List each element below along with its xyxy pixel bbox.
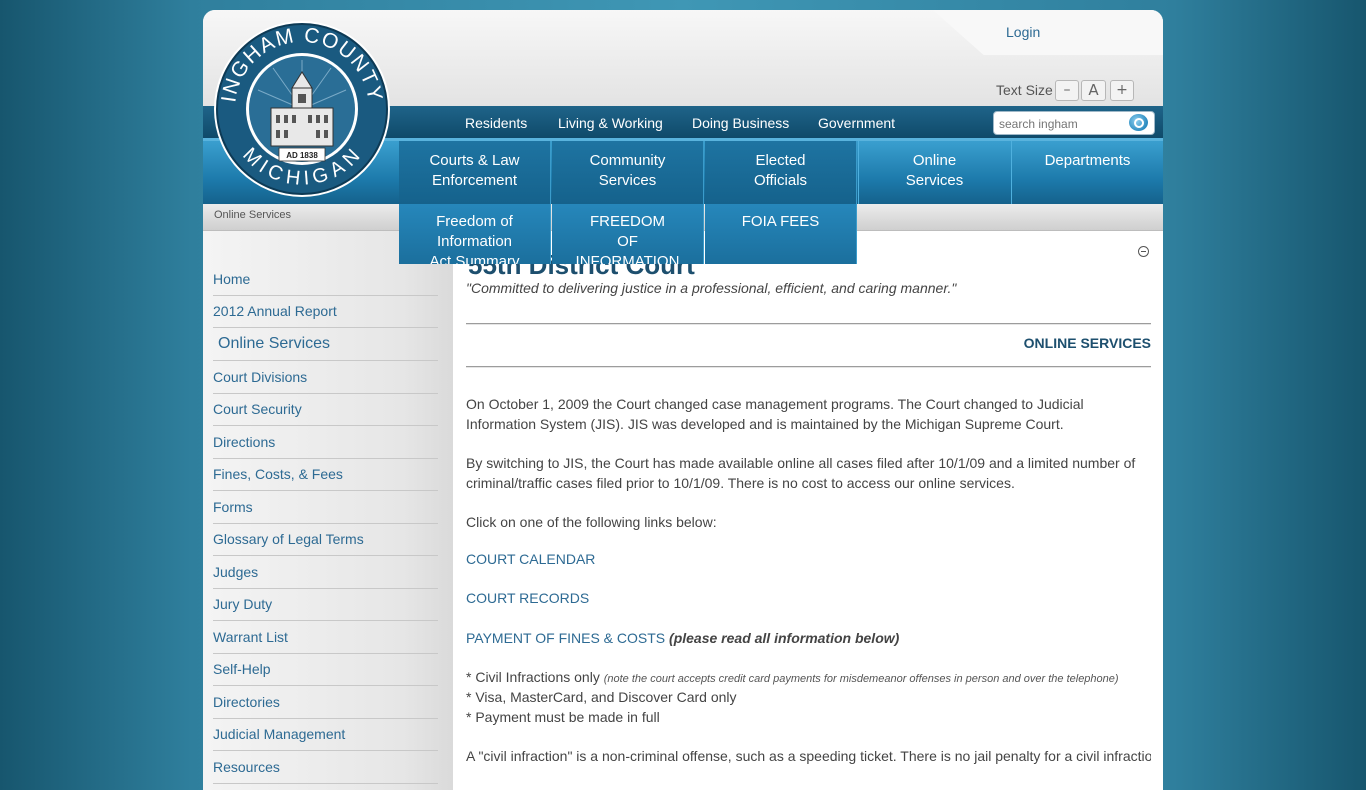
sidebar-item-court-divisions[interactable]: Court Divisions bbox=[213, 362, 438, 394]
login-link[interactable]: Login bbox=[1006, 24, 1040, 40]
sidebar-item-label: Online Services bbox=[218, 335, 331, 352]
dropdown-label-line3: INFORMATION bbox=[575, 253, 680, 264]
intro-paragraph-jis: On October 1, 2009 the Court changed cas… bbox=[466, 396, 1084, 432]
sidebar-item-2012-annual-report[interactable]: 2012 Annual Report bbox=[213, 296, 438, 328]
civil-infraction-paragraph: A "civil infraction" is a non-criminal o… bbox=[466, 748, 1151, 764]
sidebar-item-glossary[interactable]: Glossary of Legal Terms bbox=[213, 524, 438, 556]
divider-bottom bbox=[466, 366, 1151, 368]
county-seal-logo[interactable]: AD 1838 INGHAM COUNTY MICHIGAN bbox=[213, 20, 391, 198]
search-box bbox=[993, 111, 1155, 135]
sidebar-item-fines-costs-fees[interactable]: Fines, Costs, & Fees bbox=[213, 459, 438, 491]
bullet-note: (note the court accepts credit card paym… bbox=[603, 673, 1119, 685]
sidebar-item-label: Court Security bbox=[213, 401, 302, 417]
instructions-text: Click on one of the following links belo… bbox=[466, 514, 717, 530]
bullet-payment-full: * Payment must be made in full bbox=[466, 709, 660, 725]
search-icon[interactable] bbox=[1129, 114, 1148, 131]
sidebar-item-label: Judges bbox=[213, 564, 259, 580]
sidebar-item-label: Directions bbox=[213, 434, 276, 450]
bullet-civil-infractions: * Civil Infractions only (note the court… bbox=[466, 667, 1151, 689]
sidebar-item-court-security[interactable]: Court Security bbox=[213, 394, 438, 426]
sidebar-item-label: Directories bbox=[213, 694, 280, 710]
sidebar-item-forms[interactable]: Forms bbox=[213, 492, 438, 524]
search-input[interactable] bbox=[997, 114, 1126, 134]
subnav-label-line1: Departments bbox=[1044, 152, 1131, 169]
nav-doing-business[interactable]: Doing Business bbox=[692, 115, 789, 131]
sidebar-item-label: Warrant List bbox=[213, 629, 288, 645]
page-frame: Login Text Size – A + Residents Living &… bbox=[203, 10, 1163, 790]
text-size-decrease-button[interactable]: – bbox=[1055, 80, 1079, 101]
payment-note: (please read all information below) bbox=[669, 630, 900, 646]
sidebar-item-label: 2012 Annual Report bbox=[213, 303, 337, 319]
sidebar-item-label: Court Divisions bbox=[213, 369, 308, 385]
subnav-online-services[interactable]: Online Services bbox=[858, 141, 1010, 204]
sidebar-item-label: Self-Help bbox=[213, 661, 271, 677]
text-size-label: Text Size bbox=[996, 82, 1053, 98]
sidebar-item-warrant-list[interactable]: Warrant List bbox=[213, 622, 438, 654]
sidebar-item-online-services[interactable]: Online Services bbox=[213, 329, 438, 361]
sidebar-item-label: Home bbox=[213, 271, 251, 287]
subnav-label-line2: Services bbox=[905, 172, 964, 189]
sidebar-item-label: Fines, Costs, & Fees bbox=[213, 466, 343, 482]
sidebar-item-judicial-management[interactable]: Judicial Management bbox=[213, 719, 438, 751]
dropdown-label-line2: OF bbox=[617, 233, 638, 250]
dropdown-label-line1: FREEDOM bbox=[590, 213, 665, 230]
subnav-label-line1: Courts & Law bbox=[429, 152, 520, 169]
section-heading: ONLINE SERVICES bbox=[1023, 335, 1151, 351]
text-size-normal-button[interactable]: A bbox=[1081, 80, 1106, 101]
sidebar-item-judges[interactable]: Judges bbox=[213, 557, 438, 589]
sidebar-item-label: Judicial Management bbox=[213, 726, 346, 742]
court-tagline: "Committed to delivering justice in a pr… bbox=[466, 280, 957, 296]
bullet-cards: * Visa, MasterCard, and Discover Card on… bbox=[466, 689, 737, 705]
subnav-label-line1: Online bbox=[912, 152, 957, 169]
subnav-label-line1: Elected bbox=[755, 152, 806, 169]
sidebar-item-directions[interactable]: Directions bbox=[213, 427, 438, 459]
nav-living-working[interactable]: Living & Working bbox=[558, 115, 663, 131]
subnav-departments[interactable]: Departments bbox=[1011, 141, 1163, 204]
subnav-elected-officials[interactable]: Elected Officials bbox=[705, 141, 857, 204]
intro-paragraph-online: By switching to JIS, the Court has made … bbox=[466, 455, 1136, 491]
sidebar-item-resources[interactable]: Resources bbox=[213, 752, 438, 784]
court-records-link[interactable]: COURT RECORDS bbox=[466, 590, 589, 606]
sidebar-item-self-help[interactable]: Self-Help bbox=[213, 654, 438, 686]
sidebar-item-directories[interactable]: Directories bbox=[213, 687, 438, 719]
sidebar-item-label: Forms bbox=[213, 499, 253, 515]
sidebar-item-label: Resources bbox=[213, 759, 280, 775]
sidebar-item-home[interactable]: Home bbox=[213, 264, 438, 296]
bullet-text: * Civil Infractions only bbox=[466, 669, 600, 685]
dropdown-label-line1: Freedom of bbox=[436, 213, 513, 230]
subnav-label-line1: Community bbox=[589, 152, 666, 169]
subnav-label-line2: Services bbox=[598, 172, 657, 189]
nav-residents[interactable]: Residents bbox=[465, 115, 527, 131]
dropdown-foia-summary[interactable]: Freedom of Information Act Summary bbox=[399, 204, 551, 264]
nav-government[interactable]: Government bbox=[818, 115, 895, 131]
sidebar-item-label: Glossary of Legal Terms bbox=[213, 531, 364, 547]
collapse-icon[interactable] bbox=[1138, 246, 1149, 257]
subnav-courts-law-enforcement[interactable]: Courts & Law Enforcement bbox=[399, 141, 551, 204]
logo-date-text: AD 1838 bbox=[286, 151, 318, 160]
divider-top bbox=[466, 323, 1151, 325]
court-calendar-link[interactable]: COURT CALENDAR bbox=[466, 551, 595, 567]
subnav-community-services[interactable]: Community Services bbox=[552, 141, 704, 204]
dropdown-label-line2: Information bbox=[436, 233, 513, 250]
dropdown-label-line1: FOIA FEES bbox=[741, 213, 820, 230]
subnav-label-line2: Officials bbox=[753, 172, 808, 189]
sidebar-item-label: Jury Duty bbox=[213, 596, 273, 612]
sidebar: Home 2012 Annual Report Online Services … bbox=[203, 231, 453, 790]
text-size-increase-button[interactable]: + bbox=[1110, 80, 1134, 101]
breadcrumb[interactable]: Online Services bbox=[214, 209, 291, 221]
sidebar-item-jury-duty[interactable]: Jury Duty bbox=[213, 589, 438, 621]
dropdown-label-line3: Act Summary bbox=[429, 253, 520, 264]
payment-link[interactable]: PAYMENT OF FINES & COSTS bbox=[466, 630, 665, 646]
payment-line: PAYMENT OF FINES & COSTS (please read al… bbox=[466, 628, 1151, 648]
dropdown-foia-fees[interactable]: FOIA FEES bbox=[705, 204, 857, 264]
subnav-label-line2: Enforcement bbox=[431, 172, 518, 189]
dropdown-freedom-of-information[interactable]: FREEDOM OF INFORMATION bbox=[552, 204, 704, 264]
